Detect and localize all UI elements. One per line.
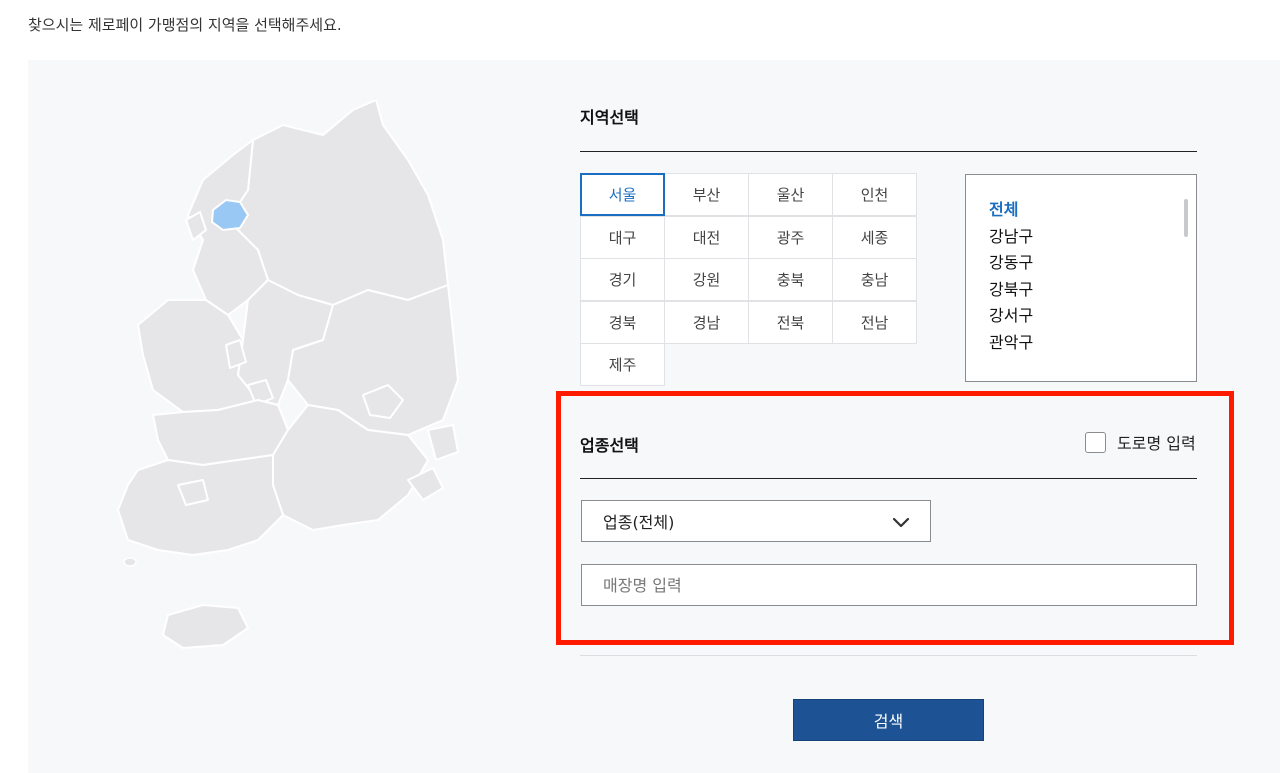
region-section-title: 지역선택 — [580, 108, 639, 127]
map-region-jeju[interactable] — [162, 604, 249, 649]
city-button[interactable]: 대구 — [580, 215, 665, 259]
city-button[interactable]: 전북 — [748, 300, 833, 344]
city-button[interactable]: 충북 — [748, 258, 833, 301]
korea-map — [117, 100, 508, 649]
city-button[interactable]: 제주 — [580, 343, 665, 386]
district-item[interactable]: 강북구 — [989, 277, 1196, 304]
search-button[interactable]: 검색 — [793, 699, 984, 741]
intro-text: 찾으시는 제로페이 가맹점의 지역을 선택해주세요. — [28, 16, 342, 34]
city-button[interactable]: 경남 — [664, 300, 749, 344]
district-list[interactable]: 전체 강남구 강동구 강북구 강서구 관악구 — [965, 174, 1197, 382]
city-button[interactable]: 인천 — [832, 173, 917, 216]
search-panel: 지역선택 서울 부산 울산 인천 대구 대전 광주 세종 경기 강원 충북 충남 경북 경남 전북 전남 제주 … — [28, 60, 1280, 773]
map-region-jeonnam[interactable] — [117, 454, 284, 556]
business-divider — [580, 478, 1197, 479]
business-section-title: 업종선택 — [580, 436, 639, 455]
category-select-value: 업종(전체) — [603, 513, 675, 532]
district-item[interactable]: 관악구 — [989, 330, 1196, 357]
city-button[interactable]: 부산 — [664, 173, 749, 216]
city-button[interactable]: 경북 — [580, 300, 665, 344]
city-button[interactable]: 전남 — [832, 300, 917, 344]
city-button[interactable]: 광주 — [748, 215, 833, 259]
store-name-input[interactable] — [581, 564, 1197, 606]
region-divider — [580, 151, 1197, 152]
road-name-toggle[interactable]: 도로명 입력 — [1085, 430, 1196, 454]
road-name-label: 도로명 입력 — [1117, 434, 1196, 453]
city-button[interactable]: 충남 — [832, 258, 917, 301]
city-button[interactable]: 세종 — [832, 215, 917, 259]
district-scrollbar[interactable] — [1184, 199, 1188, 237]
road-name-checkbox[interactable] — [1085, 431, 1106, 453]
district-item[interactable]: 강남구 — [989, 224, 1196, 251]
district-item[interactable]: 전체 — [989, 197, 1196, 224]
map-region-ulsan[interactable] — [427, 424, 459, 461]
map-island — [123, 557, 137, 567]
category-select[interactable]: 업종(전체) — [581, 500, 931, 542]
city-button[interactable]: 울산 — [748, 173, 833, 216]
chevron-down-icon — [892, 517, 910, 528]
city-button[interactable]: 서울 — [580, 173, 665, 216]
district-item[interactable]: 강서구 — [989, 303, 1196, 330]
city-button[interactable]: 대전 — [664, 215, 749, 259]
city-button[interactable]: 경기 — [580, 258, 665, 301]
city-button[interactable]: 강원 — [664, 258, 749, 301]
district-item[interactable]: 강동구 — [989, 250, 1196, 277]
bottom-divider — [580, 655, 1197, 656]
